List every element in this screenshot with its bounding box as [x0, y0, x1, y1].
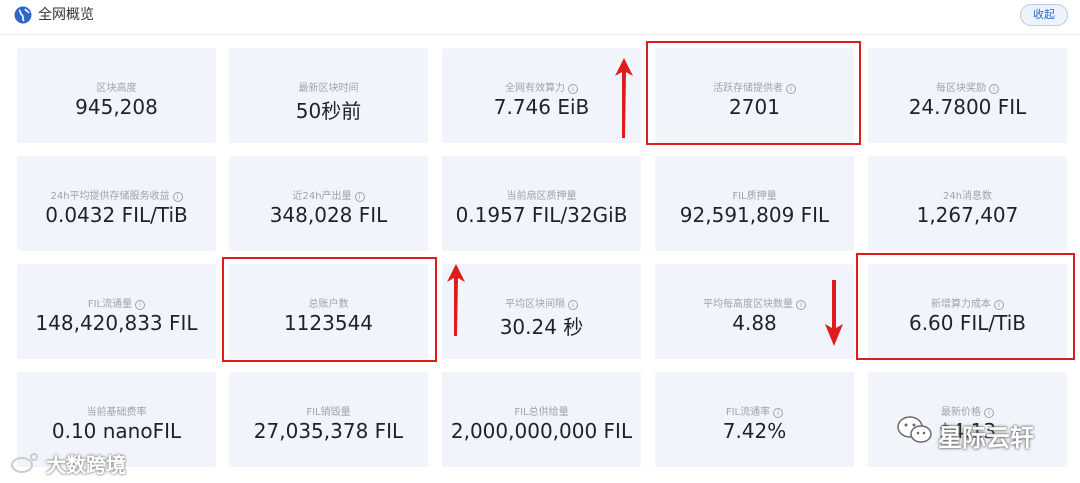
- watermark-left: 大数跨境: [46, 453, 126, 477]
- stat-value: 348,028 FIL: [269, 203, 388, 227]
- stat-value: 24.7800 FIL: [908, 95, 1027, 119]
- stat-label: 当前基础费率: [17, 403, 216, 418]
- up-arrow-icon: [615, 58, 633, 138]
- stat-value: 7.42%: [722, 419, 787, 443]
- info-icon[interactable]: i: [773, 408, 784, 418]
- stat-card: 全网有效算力 i 7.746 EiB: [442, 48, 641, 143]
- info-icon[interactable]: i: [172, 192, 183, 202]
- stat-label-text: 平均每高度区块数量: [703, 299, 793, 310]
- stat-value: 148,420,833 FIL: [35, 311, 198, 335]
- stat-label-text: FIL总供给量: [514, 407, 569, 418]
- info-icon[interactable]: i: [568, 84, 578, 94]
- watermark-right: 星际云轩: [938, 424, 1034, 452]
- stat-label: 最新区块时间: [229, 79, 428, 94]
- page-title: 全网概览: [38, 7, 94, 23]
- info-icon[interactable]: i: [796, 300, 806, 310]
- stat-label: 全网有效算力 i: [442, 79, 641, 94]
- stat-label: 区块高度: [17, 79, 216, 94]
- stat-card: 区块高度 945,208: [17, 48, 216, 143]
- stat-label: 每区块奖励 i: [868, 79, 1067, 94]
- stat-label-text: FIL流通量: [87, 299, 133, 310]
- stat-card: FIL质押量 92,591,809 FIL: [655, 156, 854, 251]
- highlight-box-active-providers: [646, 41, 861, 145]
- stat-label-text: FIL流通率: [725, 407, 771, 418]
- stat-label: 24h消息数: [868, 187, 1067, 202]
- stat-value: 50秒前: [295, 99, 362, 123]
- weibo-logo-icon: [11, 453, 38, 473]
- info-icon[interactable]: i: [568, 300, 578, 310]
- info-icon[interactable]: i: [989, 84, 999, 94]
- stat-label-text: FIL质押量: [732, 191, 777, 202]
- stat-label-text: 当前扇区质押量: [506, 191, 577, 202]
- stat-card: FIL总供给量 2,000,000,000 FIL: [442, 372, 641, 467]
- stat-label: FIL流通率 i: [655, 403, 854, 418]
- stat-label-text: 24h平均提供存储服务收益: [50, 191, 170, 202]
- stat-value: 0.1957 FIL/32GiB: [455, 203, 628, 227]
- stat-value: 945,208: [75, 95, 158, 119]
- stat-card: 最新区块时间 50秒前: [229, 48, 428, 143]
- stat-label: 24h平均提供存储服务收益 i: [17, 187, 216, 202]
- panel-header: 全网概览 收起: [0, 0, 1080, 32]
- stat-value: 1,267,407: [916, 203, 1019, 227]
- stat-label: 近24h产出量 i: [229, 187, 428, 202]
- stat-value: 0.0432 FIL/TiB: [45, 203, 188, 227]
- header-divider: [0, 34, 1080, 35]
- stat-card: 24h平均提供存储服务收益 i 0.0432 FIL/TiB: [17, 156, 216, 251]
- stat-label-text: 区块高度: [96, 83, 137, 94]
- stat-label: FIL总供给量: [442, 403, 641, 418]
- highlight-box-total-accounts: [222, 257, 437, 362]
- stat-card: 平均区块间隔 i 30.24 秒: [442, 264, 641, 359]
- stat-label-text: 最新区块时间: [298, 83, 359, 94]
- up-arrow-icon: [447, 264, 465, 336]
- stat-label-text: 当前基础费率: [86, 407, 147, 418]
- stat-label: 当前扇区质押量: [442, 187, 641, 202]
- stat-value: 27,035,378 FIL: [253, 419, 404, 443]
- stat-value: 2,000,000,000 FIL: [450, 419, 633, 443]
- stat-value: 7.746 EiB: [493, 95, 590, 119]
- stat-label: FIL流通量 i: [17, 295, 216, 310]
- stat-label-text: 平均区块间隔: [505, 299, 565, 310]
- info-icon[interactable]: i: [135, 300, 146, 310]
- stat-label-text: 全网有效算力: [505, 83, 565, 94]
- stat-card: FIL流通率 i 7.42%: [655, 372, 854, 467]
- stat-label: 平均区块间隔 i: [442, 295, 641, 310]
- stat-card: FIL销毁量 27,035,378 FIL: [229, 372, 428, 467]
- stat-label: FIL销毁量: [229, 403, 428, 418]
- info-icon[interactable]: i: [354, 192, 365, 202]
- wechat-logo-icon: [897, 416, 932, 443]
- stat-value: 92,591,809 FIL: [679, 203, 830, 227]
- stat-label-text: 24h消息数: [942, 191, 993, 202]
- highlight-box-new-power-cost: [856, 253, 1075, 360]
- stat-card: 近24h产出量 i 348,028 FIL: [229, 156, 428, 251]
- stat-label: FIL质押量: [655, 187, 854, 202]
- info-icon[interactable]: i: [984, 408, 994, 418]
- stat-label-text: FIL销毁量: [306, 407, 351, 418]
- stat-value: 0.10 nanoFIL: [51, 419, 182, 443]
- collapse-button[interactable]: 收起: [1020, 4, 1068, 26]
- stat-label-text: 最新价格: [941, 407, 981, 418]
- stat-card: 24h消息数 1,267,407: [868, 156, 1067, 251]
- globe-icon: [14, 6, 32, 24]
- stat-label-text: 近24h产出量: [292, 191, 352, 202]
- down-arrow-icon: [825, 280, 843, 346]
- stat-card: FIL流通量 i 148,420,833 FIL: [17, 264, 216, 359]
- stat-card: 当前扇区质押量 0.1957 FIL/32GiB: [442, 156, 641, 251]
- stat-value: 30.24 秒: [499, 315, 584, 339]
- stat-card: 每区块奖励 i 24.7800 FIL: [868, 48, 1067, 143]
- overview-panel: 全网概览 收起 区块高度 945,208 最新区块时间 50秒前 全网有效算力 i 7.74…: [0, 0, 1080, 483]
- stat-label-text: 每区块奖励: [936, 83, 986, 94]
